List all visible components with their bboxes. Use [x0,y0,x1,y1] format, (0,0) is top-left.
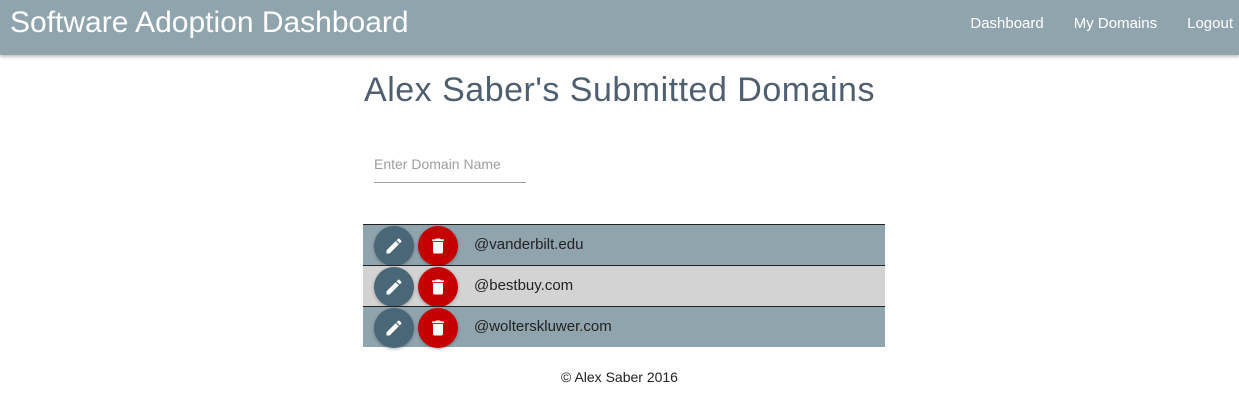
nav-menu: Dashboard My Domains Logout [940,0,1233,46]
domain-list: @vanderbilt.edu @bestbuy.com @woltersklu… [363,224,885,348]
edit-button[interactable] [374,308,414,348]
delete-button[interactable] [418,308,458,348]
domain-name: @vanderbilt.edu [474,236,584,253]
edit-button[interactable] [374,267,414,307]
domain-row: @vanderbilt.edu [363,224,885,266]
nav-logout-link[interactable]: Logout [1187,15,1233,32]
page-title: Alex Saber's Submitted Domains [364,71,875,109]
app-title: Software Adoption Dashboard [10,6,409,39]
delete-button[interactable] [418,267,458,307]
trash-icon [432,279,444,295]
nav-my-domains-link[interactable]: My Domains [1074,15,1157,32]
delete-button[interactable] [418,226,458,266]
pencil-icon [386,320,402,336]
domain-name: @wolterskluwer.com [474,318,612,335]
domain-name: @bestbuy.com [474,277,574,294]
trash-icon [432,320,444,336]
domain-name-input[interactable] [374,146,526,183]
footer-copyright: © Alex Saber 2016 [561,369,678,385]
nav-dashboard-link[interactable]: Dashboard [970,15,1043,32]
pencil-icon [386,238,402,254]
top-app-bar: Software Adoption Dashboard Dashboard My… [0,0,1239,55]
domain-row: @bestbuy.com [363,265,885,307]
pencil-icon [386,279,402,295]
trash-icon [432,238,444,254]
edit-button[interactable] [374,226,414,266]
domain-row: @wolterskluwer.com [363,306,885,348]
